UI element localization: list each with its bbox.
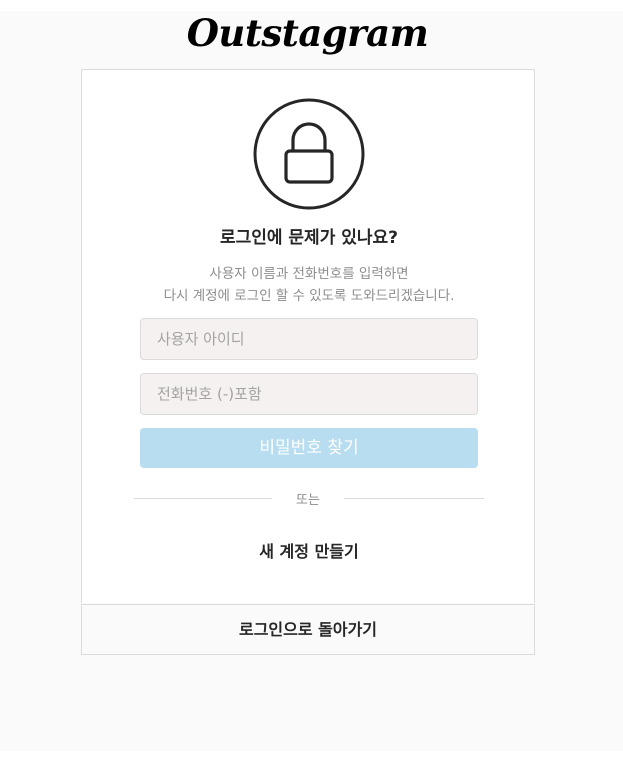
help-description-line-1: 사용자 이름과 전화번호를 입력하면 (209, 266, 409, 282)
help-title: 로그인에 문제가 있나요? (219, 228, 399, 248)
divider-line-right (344, 498, 484, 499)
reset-card: 로그인에 문제가 있나요? 사용자 이름과 전화번호를 입력하면 다시 계정에 … (81, 69, 535, 603)
phone-input[interactable] (140, 373, 478, 415)
username-input[interactable] (140, 318, 478, 360)
divider-label: 또는 (296, 493, 320, 508)
create-account-link[interactable]: 새 계정 만들기 (82, 538, 536, 562)
brand-logo[interactable]: Outstagram (0, 15, 615, 52)
help-description: 사용자 이름과 전화번호를 입력하면 다시 계정에 로그인 할 수 있도록 도와… (82, 263, 536, 307)
lock-icon (253, 98, 365, 210)
back-to-login-link[interactable]: 로그인으로 돌아가기 (81, 604, 535, 655)
find-password-button[interactable]: 비밀번호 찾기 (140, 428, 478, 468)
help-description-line-2: 다시 계정에 로그인 할 수 있도록 도와드리겠습니다. (163, 288, 455, 304)
divider-line-left (134, 498, 272, 499)
